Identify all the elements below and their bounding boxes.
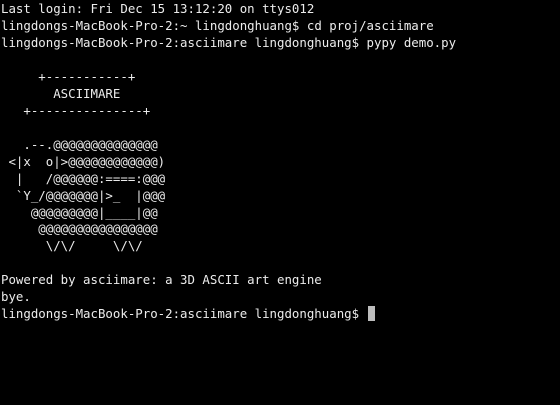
shell-prompt: lingdongs-MacBook-Pro-2:asciimare lingdo…: [1, 306, 367, 322]
ascii-art-line: .--.@@@@@@@@@@@@@@: [1, 137, 158, 152]
command-text: cd proj/asciimare: [306, 18, 434, 33]
command-text: pypy demo.py: [366, 35, 457, 50]
ascii-art-line: | /@@@@@@:====:@@@: [1, 170, 166, 186]
ascii-art: .--.@@@@@@@@@@@@@@ <|x o|>@@@@@@@@@@@@) …: [0, 136, 560, 254]
command-line-1: lingdongs-MacBook-Pro-2:~ lingdonghuang$…: [0, 17, 560, 34]
banner-bottom-border: +---------------+: [1, 103, 151, 118]
banner-title: ASCIIMARE: [1, 86, 121, 101]
banner-top-border: +-----------+: [1, 69, 136, 84]
terminal-window[interactable]: Last login: Fri Dec 15 13:12:20 on ttys0…: [0, 0, 560, 405]
last-login-line: Last login: Fri Dec 15 13:12:20 on ttys0…: [1, 1, 315, 16]
ascii-art-line: `Y_/@@@@@@@|>_ |@@@: [1, 187, 166, 203]
bye-line: bye.: [1, 289, 31, 305]
current-command-line[interactable]: lingdongs-MacBook-Pro-2:asciimare lingdo…: [0, 305, 560, 322]
ascii-art-line: @@@@@@@@@|____|@@: [1, 204, 158, 220]
powered-by-line: Powered by asciimare: a 3D ASCII art eng…: [1, 272, 322, 288]
ascii-art-line: <|x o|>@@@@@@@@@@@@): [1, 153, 166, 169]
shell-prompt: lingdongs-MacBook-Pro-2:asciimare lingdo…: [1, 35, 367, 50]
command-line-2: lingdongs-MacBook-Pro-2:asciimare lingdo…: [0, 34, 560, 51]
ascii-art-line: \/\/ \/\/: [1, 238, 143, 254]
text-cursor: [367, 306, 375, 322]
shell-prompt: lingdongs-MacBook-Pro-2:~ lingdonghuang$: [1, 18, 307, 33]
ascii-art-line: @@@@@@@@@@@@@@@@: [1, 221, 158, 237]
